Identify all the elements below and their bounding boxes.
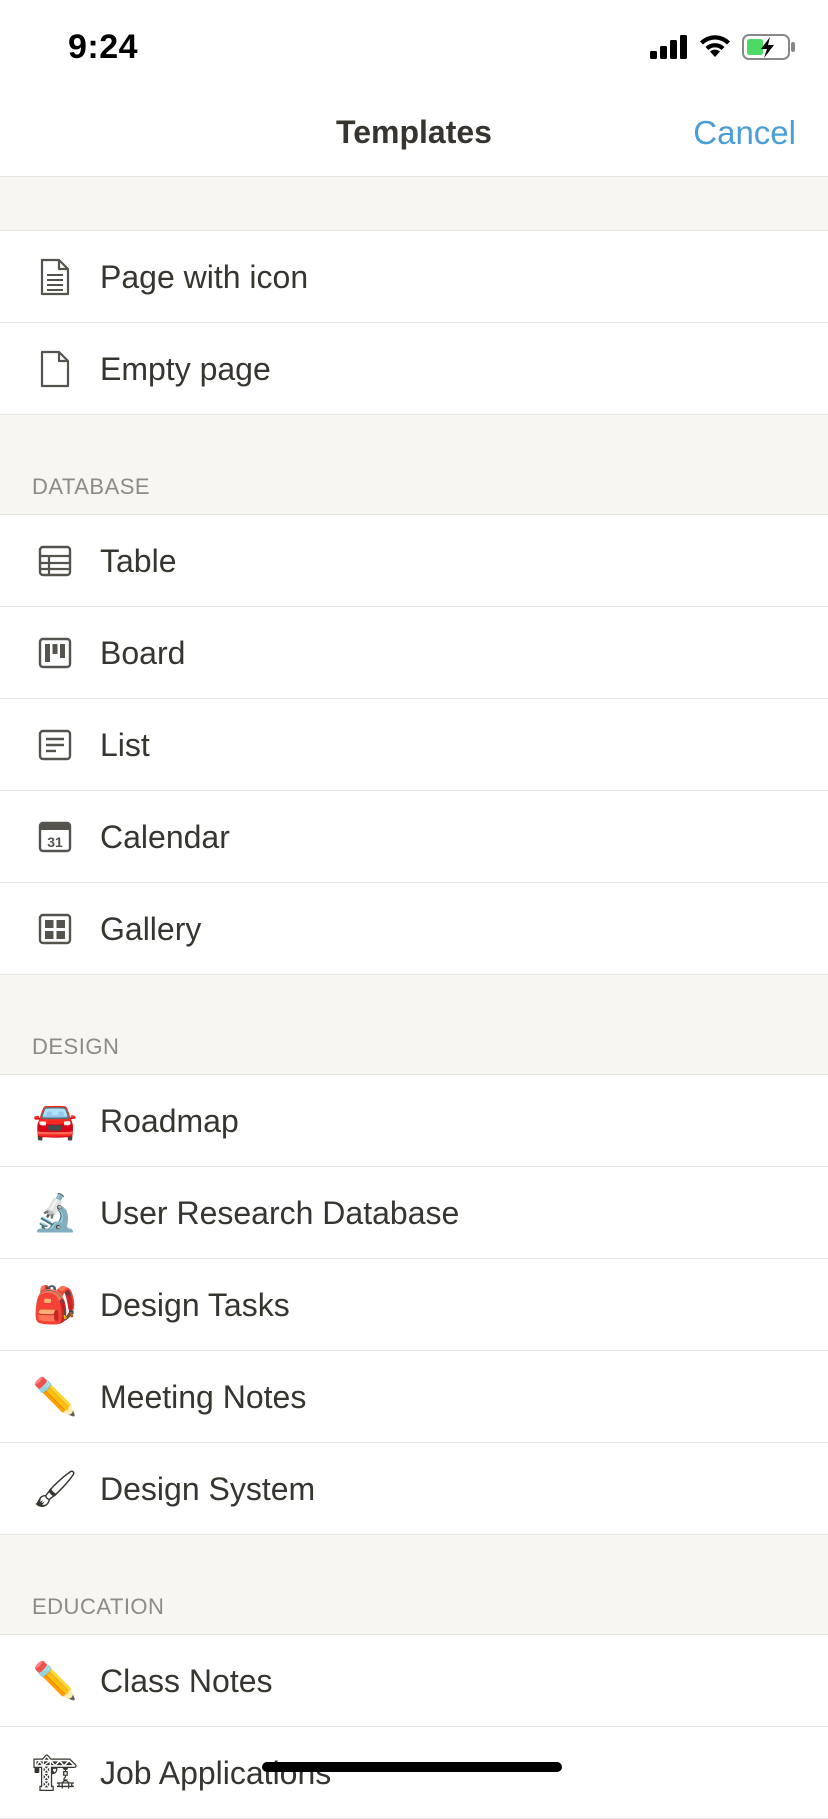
empty-page-icon [32, 347, 78, 391]
list-item-label: Design Tasks [100, 1287, 290, 1323]
list-item-label: Job Applications [100, 1755, 332, 1791]
list-item-empty-page[interactable]: Empty page [0, 323, 828, 415]
list-item-label: Board [100, 635, 186, 671]
section-header-education: EDUCATION [0, 1535, 828, 1635]
status-bar: 9:24 [0, 0, 828, 100]
list-item-table[interactable]: Table [0, 515, 828, 607]
list-item-label: List [100, 727, 150, 763]
list-item-label: Design System [100, 1471, 316, 1507]
wifi-icon [700, 35, 730, 57]
list-item-calendar[interactable]: 31 Calendar [0, 791, 828, 883]
list-icon [32, 723, 78, 767]
pencil-icon: ✏️ [32, 1376, 78, 1417]
list-item-label: Meeting Notes [100, 1379, 307, 1415]
paintbrush-icon: 🖌 [32, 1468, 78, 1509]
list-item-label: Gallery [100, 911, 202, 947]
microscope-icon: 🔬 [32, 1192, 78, 1233]
page-with-icon-icon [32, 255, 78, 299]
backpack-icon: 🎒 [32, 1284, 78, 1325]
pencil-icon: ✏️ [32, 1660, 78, 1701]
list-item-design-system[interactable]: 🖌 Design System [0, 1443, 828, 1535]
section-spacer [0, 177, 828, 231]
list-item-gallery[interactable]: Gallery [0, 883, 828, 975]
list-item-label: Page with icon [100, 259, 309, 295]
list-item-label: Empty page [100, 351, 271, 387]
table-icon [32, 539, 78, 583]
calendar-icon-number: 31 [47, 834, 63, 850]
list-item-label: Calendar [100, 819, 230, 855]
crane-icon: 🏗 [32, 1752, 78, 1793]
list-item-job-applications[interactable]: 🏗 Job Applications [0, 1727, 828, 1819]
nav-bar: Templates Cancel [0, 100, 828, 177]
status-time: 9:24 [68, 28, 139, 66]
home-indicator[interactable] [262, 1762, 562, 1772]
templates-list: Page with icon Empty page DATABASE Table [0, 177, 828, 1819]
status-icons [650, 34, 796, 60]
list-item-label: Table [100, 543, 177, 579]
board-icon [32, 631, 78, 675]
battery-charging-icon [742, 34, 795, 60]
list-item-board[interactable]: Board [0, 607, 828, 699]
list-item-label: Roadmap [100, 1103, 239, 1139]
cancel-button[interactable]: Cancel [693, 114, 796, 152]
list-item-roadmap[interactable]: 🚘 Roadmap [0, 1075, 828, 1167]
signal-icon [650, 35, 687, 59]
list-item-label: Class Notes [100, 1663, 273, 1699]
section-header-label: DESIGN [32, 1034, 120, 1059]
list-item-list[interactable]: List [0, 699, 828, 791]
section-header-design: DESIGN [0, 975, 828, 1075]
section-header-database: DATABASE [0, 415, 828, 515]
list-item-design-tasks[interactable]: 🎒 Design Tasks [0, 1259, 828, 1351]
list-item-meeting-notes[interactable]: ✏️ Meeting Notes [0, 1351, 828, 1443]
list-item-class-notes[interactable]: ✏️ Class Notes [0, 1635, 828, 1727]
section-header-label: DATABASE [32, 474, 151, 499]
list-item-user-research-database[interactable]: 🔬 User Research Database [0, 1167, 828, 1259]
list-item-label: User Research Database [100, 1195, 460, 1231]
list-item-page-with-icon[interactable]: Page with icon [0, 231, 828, 323]
calendar-icon: 31 [32, 815, 78, 859]
section-header-label: EDUCATION [32, 1594, 165, 1619]
gallery-icon [32, 907, 78, 951]
car-icon: 🚘 [32, 1100, 78, 1141]
